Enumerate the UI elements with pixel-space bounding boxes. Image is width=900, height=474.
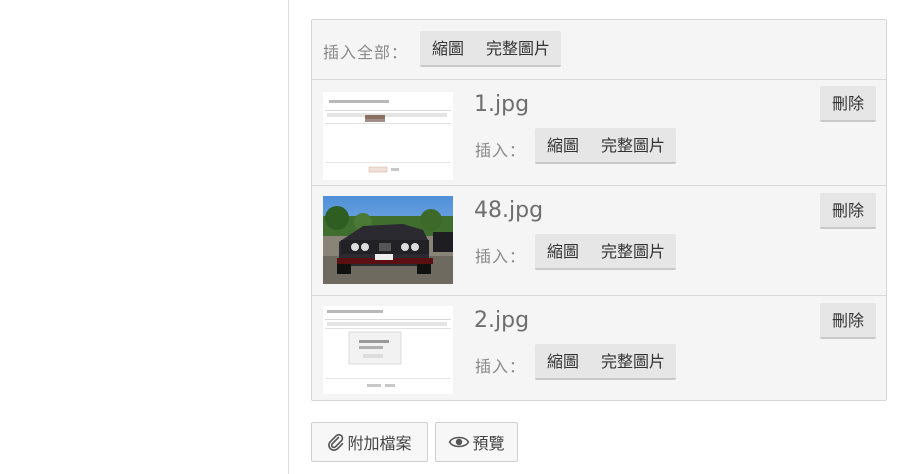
- insert-full-image-button[interactable]: 完整圖片: [590, 344, 676, 378]
- attachment-thumbnail[interactable]: [323, 196, 453, 284]
- attachment-panel: 插入全部： 縮圖 完整圖片 1.jpg 插入： 縮圖 完整圖片 刪除 48.jp…: [311, 19, 887, 401]
- attachment-filename: 2.jpg: [474, 308, 530, 333]
- attachment-filename: 48.jpg: [474, 198, 544, 223]
- insert-all-row: 插入全部： 縮圖 完整圖片: [312, 20, 886, 79]
- attachment-row: 1.jpg 插入： 縮圖 完整圖片 刪除: [312, 79, 886, 185]
- delete-button[interactable]: 刪除: [820, 193, 876, 229]
- insert-button-group: 縮圖 完整圖片: [535, 128, 677, 164]
- preview-label: 預覽: [472, 434, 505, 453]
- attachment-thumbnail[interactable]: [323, 92, 453, 180]
- attach-file-button[interactable]: 附加檔案: [311, 422, 428, 462]
- attachment-row: 2.jpg 插入： 縮圖 完整圖片 刪除: [312, 295, 886, 400]
- delete-button[interactable]: 刪除: [820, 86, 876, 122]
- insert-label: 插入：: [475, 141, 527, 160]
- insert-button-group: 縮圖 完整圖片: [535, 344, 677, 380]
- paperclip-icon: [327, 433, 345, 451]
- attachment-row: 48.jpg 插入： 縮圖 完整圖片 刪除: [312, 185, 886, 295]
- insert-full-image-button[interactable]: 完整圖片: [590, 128, 676, 162]
- insert-button-group: 縮圖 完整圖片: [535, 234, 677, 270]
- insert-full-image-button[interactable]: 完整圖片: [590, 234, 676, 268]
- eye-icon: [448, 434, 470, 450]
- insert-thumbnail-button[interactable]: 縮圖: [535, 234, 590, 268]
- attach-file-label: 附加檔案: [347, 434, 412, 453]
- insert-label: 插入：: [475, 357, 527, 376]
- attachment-filename: 1.jpg: [474, 92, 530, 117]
- insert-all-button-group: 縮圖 完整圖片: [420, 31, 562, 67]
- insert-label: 插入：: [475, 247, 527, 266]
- attachment-thumbnail[interactable]: [323, 306, 453, 394]
- insert-all-full-image-button[interactable]: 完整圖片: [475, 31, 561, 65]
- left-pane: [0, 0, 289, 474]
- insert-all-label: 插入全部：: [323, 43, 409, 62]
- insert-thumbnail-button[interactable]: 縮圖: [535, 128, 590, 162]
- insert-thumbnail-button[interactable]: 縮圖: [535, 344, 590, 378]
- preview-button[interactable]: 預覽: [435, 422, 518, 462]
- delete-button[interactable]: 刪除: [820, 303, 876, 339]
- insert-all-thumbnail-button[interactable]: 縮圖: [420, 31, 475, 65]
